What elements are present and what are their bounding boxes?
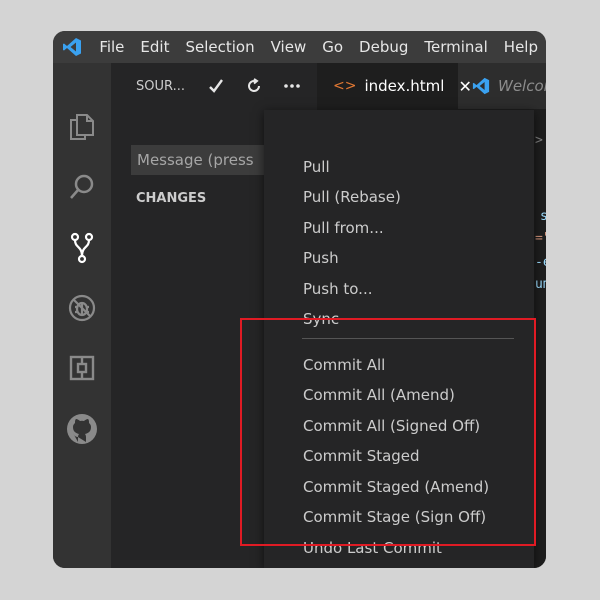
menu-view[interactable]: View bbox=[263, 31, 315, 63]
sidebar-title: SOUR... bbox=[136, 78, 185, 94]
tab-welcome[interactable]: Welcome bbox=[458, 63, 546, 109]
menu-help[interactable]: Help bbox=[496, 31, 546, 63]
menu-item-commit-stage-sign-off[interactable]: Commit Stage (Sign Off) bbox=[303, 508, 486, 526]
tab-label: Welcome bbox=[498, 77, 546, 95]
menu-debug[interactable]: Debug bbox=[351, 31, 416, 63]
vscode-logo-icon bbox=[53, 31, 91, 63]
menu-file[interactable]: File bbox=[91, 31, 132, 63]
html-file-icon: <> bbox=[333, 78, 357, 94]
menu-edit[interactable]: Edit bbox=[132, 31, 177, 63]
menu-item-pull-rebase[interactable]: Pull (Rebase) bbox=[303, 188, 401, 206]
menu-item-commit-staged[interactable]: Commit Staged bbox=[303, 447, 420, 465]
menu-terminal[interactable]: Terminal bbox=[416, 31, 495, 63]
commit-check-icon[interactable] bbox=[197, 63, 235, 109]
menu-separator bbox=[302, 338, 514, 339]
vscode-window: File Edit Selection View Go Debug Termin… bbox=[53, 31, 546, 568]
menu-item-commit-all[interactable]: Commit All bbox=[303, 356, 385, 374]
menu-item-pull-from[interactable]: Pull from... bbox=[303, 219, 384, 237]
menu-item-commit-all-signed-off[interactable]: Commit All (Signed Off) bbox=[303, 417, 480, 435]
refresh-icon[interactable] bbox=[235, 63, 273, 109]
menu-bar: File Edit Selection View Go Debug Termin… bbox=[53, 31, 546, 63]
tab-label: index.html bbox=[364, 77, 445, 95]
menu-item-pull[interactable]: Pull bbox=[303, 158, 330, 176]
source-control-icon[interactable] bbox=[53, 226, 111, 270]
search-icon[interactable] bbox=[53, 165, 111, 209]
sidebar-header: SOUR... bbox=[111, 63, 317, 109]
activity-bar bbox=[53, 63, 111, 568]
commit-message-input[interactable] bbox=[131, 145, 265, 175]
github-icon[interactable] bbox=[53, 407, 111, 451]
vscode-tab-icon bbox=[472, 77, 490, 95]
extensions-icon[interactable] bbox=[53, 346, 111, 390]
editor-tab-bar: <> index.html ✕ Welcome bbox=[317, 63, 546, 109]
more-actions-icon[interactable] bbox=[273, 63, 311, 109]
menu-item-push-to[interactable]: Push to... bbox=[303, 280, 372, 298]
menu-item-sync[interactable]: Sync bbox=[303, 310, 339, 328]
menu-item-undo-last-commit[interactable]: Undo Last Commit bbox=[303, 539, 442, 557]
more-actions-menu: Pull Pull (Rebase) Pull from... Push Pus… bbox=[264, 110, 534, 568]
menu-selection[interactable]: Selection bbox=[177, 31, 262, 63]
explorer-icon[interactable] bbox=[53, 105, 111, 149]
menu-go[interactable]: Go bbox=[314, 31, 351, 63]
menu-item-push[interactable]: Push bbox=[303, 249, 339, 267]
menu-item-commit-staged-amend[interactable]: Commit Staged (Amend) bbox=[303, 478, 489, 496]
debug-icon[interactable] bbox=[53, 286, 111, 330]
menu-item-commit-all-amend[interactable]: Commit All (Amend) bbox=[303, 386, 455, 404]
tab-index-html[interactable]: <> index.html ✕ bbox=[317, 63, 472, 109]
changes-section-label[interactable]: CHANGES bbox=[136, 191, 206, 206]
